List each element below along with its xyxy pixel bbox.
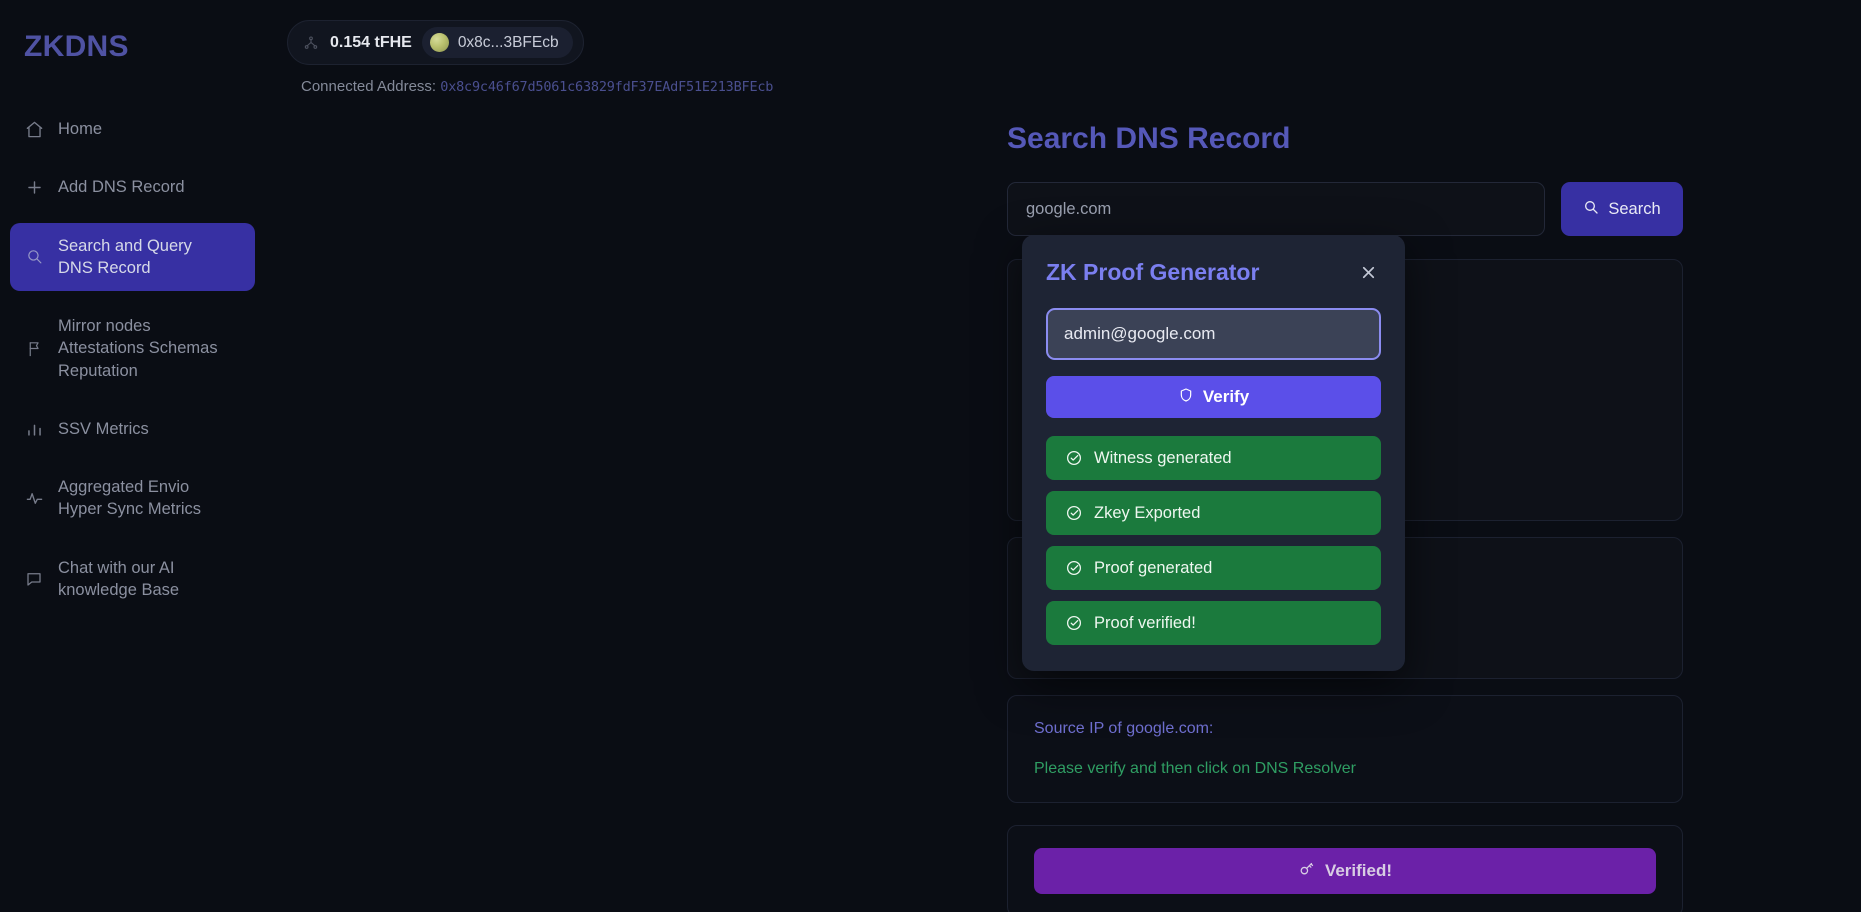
sidebar-item-mirror-nodes[interactable]: Mirror nodes Attestations Schemas Reputa… [10, 303, 255, 394]
status-item: Witness generated [1046, 436, 1381, 480]
sidebar-item-ssv-metrics[interactable]: SSV Metrics [10, 406, 255, 452]
search-icon [1583, 199, 1599, 220]
plus-icon [24, 177, 44, 197]
source-ip-card: Source IP of google.com: Please verify a… [1007, 695, 1683, 803]
zk-proof-generator-modal: ZK Proof Generator Verify Witness genera… [1022, 235, 1405, 671]
status-item: Zkey Exported [1046, 491, 1381, 535]
brand-logo: ZKDNS [24, 30, 129, 63]
wallet-address-short: 0x8c...3BFEcb [457, 33, 559, 51]
connected-address-label: Connected Address: [301, 78, 437, 95]
search-button-label: Search [1608, 199, 1661, 218]
main-content: 0.154 tFHE 0x8c...3BFEcb Connected Addre… [265, 0, 1861, 912]
wallet-avatar [429, 33, 449, 52]
bar-chart-icon [24, 419, 44, 439]
search-icon [24, 247, 44, 267]
proof-status-list: Witness generated Zkey Exported Proof ge… [1046, 436, 1381, 645]
sidebar-item-label: Add DNS Record [58, 178, 185, 197]
wallet-address-chip[interactable]: 0x8c...3BFEcb [421, 27, 573, 58]
connected-address-line: Connected Address: 0x8c9c46f67d5061c6382… [301, 78, 773, 95]
status-item-label: Proof verified! [1094, 613, 1196, 632]
search-row: Search [1007, 182, 1683, 236]
verify-button[interactable]: Verify [1046, 376, 1381, 418]
sidebar-item-label: Aggregated Envio Hyper Sync Metrics [58, 478, 202, 519]
status-item-label: Zkey Exported [1094, 503, 1201, 522]
verified-button[interactable]: Verified! [1034, 848, 1656, 894]
sidebar-item-chat-with-our-ai-knowledge-base[interactable]: Chat with our AI knowledge Base [10, 545, 255, 614]
wallet-pill[interactable]: 0.154 tFHE 0x8c...3BFEcb [287, 20, 584, 65]
wallet-balance: 0.154 tFHE [330, 33, 412, 51]
chat-icon [24, 569, 44, 589]
modal-title: ZK Proof Generator [1046, 259, 1260, 285]
page-title: Search DNS Record [1007, 122, 1291, 155]
status-item-label: Proof generated [1094, 558, 1213, 577]
close-icon[interactable] [1355, 259, 1381, 285]
sidebar-item-label: Mirror nodes Attestations Schemas Reputa… [58, 317, 218, 380]
source-ip-message: Please verify and then click on DNS Reso… [1034, 760, 1356, 777]
check-circle-icon [1064, 449, 1083, 468]
sidebar-item-label: Search and Query DNS Record [58, 236, 192, 277]
verified-panel: Verified! [1007, 825, 1683, 912]
verify-button-label: Verify [1202, 387, 1250, 406]
source-ip-label: Source IP of google.com: [1034, 720, 1214, 737]
activity-icon [24, 488, 44, 508]
verified-button-label: Verified! [1324, 861, 1393, 880]
zk-email-input[interactable] [1046, 308, 1381, 360]
topbar: 0.154 tFHE 0x8c...3BFEcb Connected Addre… [287, 20, 773, 95]
flag-icon [24, 338, 44, 358]
sidebar-item-label: Chat with our AI knowledge Base [58, 558, 180, 599]
network-icon [302, 34, 320, 52]
sidebar-item-label: SSV Metrics [58, 419, 149, 438]
status-item: Proof verified! [1046, 601, 1381, 645]
key-icon [1298, 860, 1315, 882]
home-icon [24, 119, 44, 139]
sidebar-item-add-dns-record[interactable]: Add DNS Record [10, 164, 255, 210]
check-circle-icon [1064, 614, 1083, 633]
sidebar-item-aggregated-envio-hyper-sync-metrics[interactable]: Aggregated Envio Hyper Sync Metrics [10, 464, 255, 533]
status-item-label: Witness generated [1094, 448, 1232, 467]
search-button[interactable]: Search [1561, 182, 1683, 236]
search-input[interactable] [1007, 182, 1545, 236]
sidebar-item-search-and-query-dns-record[interactable]: Search and Query DNS Record [10, 222, 255, 292]
status-item: Proof generated [1046, 546, 1381, 590]
sidebar-item-home[interactable]: Home [10, 106, 255, 152]
modal-header: ZK Proof Generator [1046, 259, 1381, 286]
sidebar: ZKDNS Home Add DNS Record Search and Que… [0, 0, 265, 912]
sidebar-item-label: Home [58, 120, 103, 138]
check-circle-icon [1064, 559, 1083, 578]
app-root: ZKDNS Home Add DNS Record Search and Que… [0, 0, 1861, 912]
connected-address-value: 0x8c9c46f67d5061c63829fdF37EAdF51E213BFE… [440, 79, 774, 95]
check-circle-icon [1064, 504, 1083, 523]
shield-icon [1178, 387, 1194, 408]
sidebar-nav: Home Add DNS Record Search and Query DNS… [0, 106, 265, 613]
